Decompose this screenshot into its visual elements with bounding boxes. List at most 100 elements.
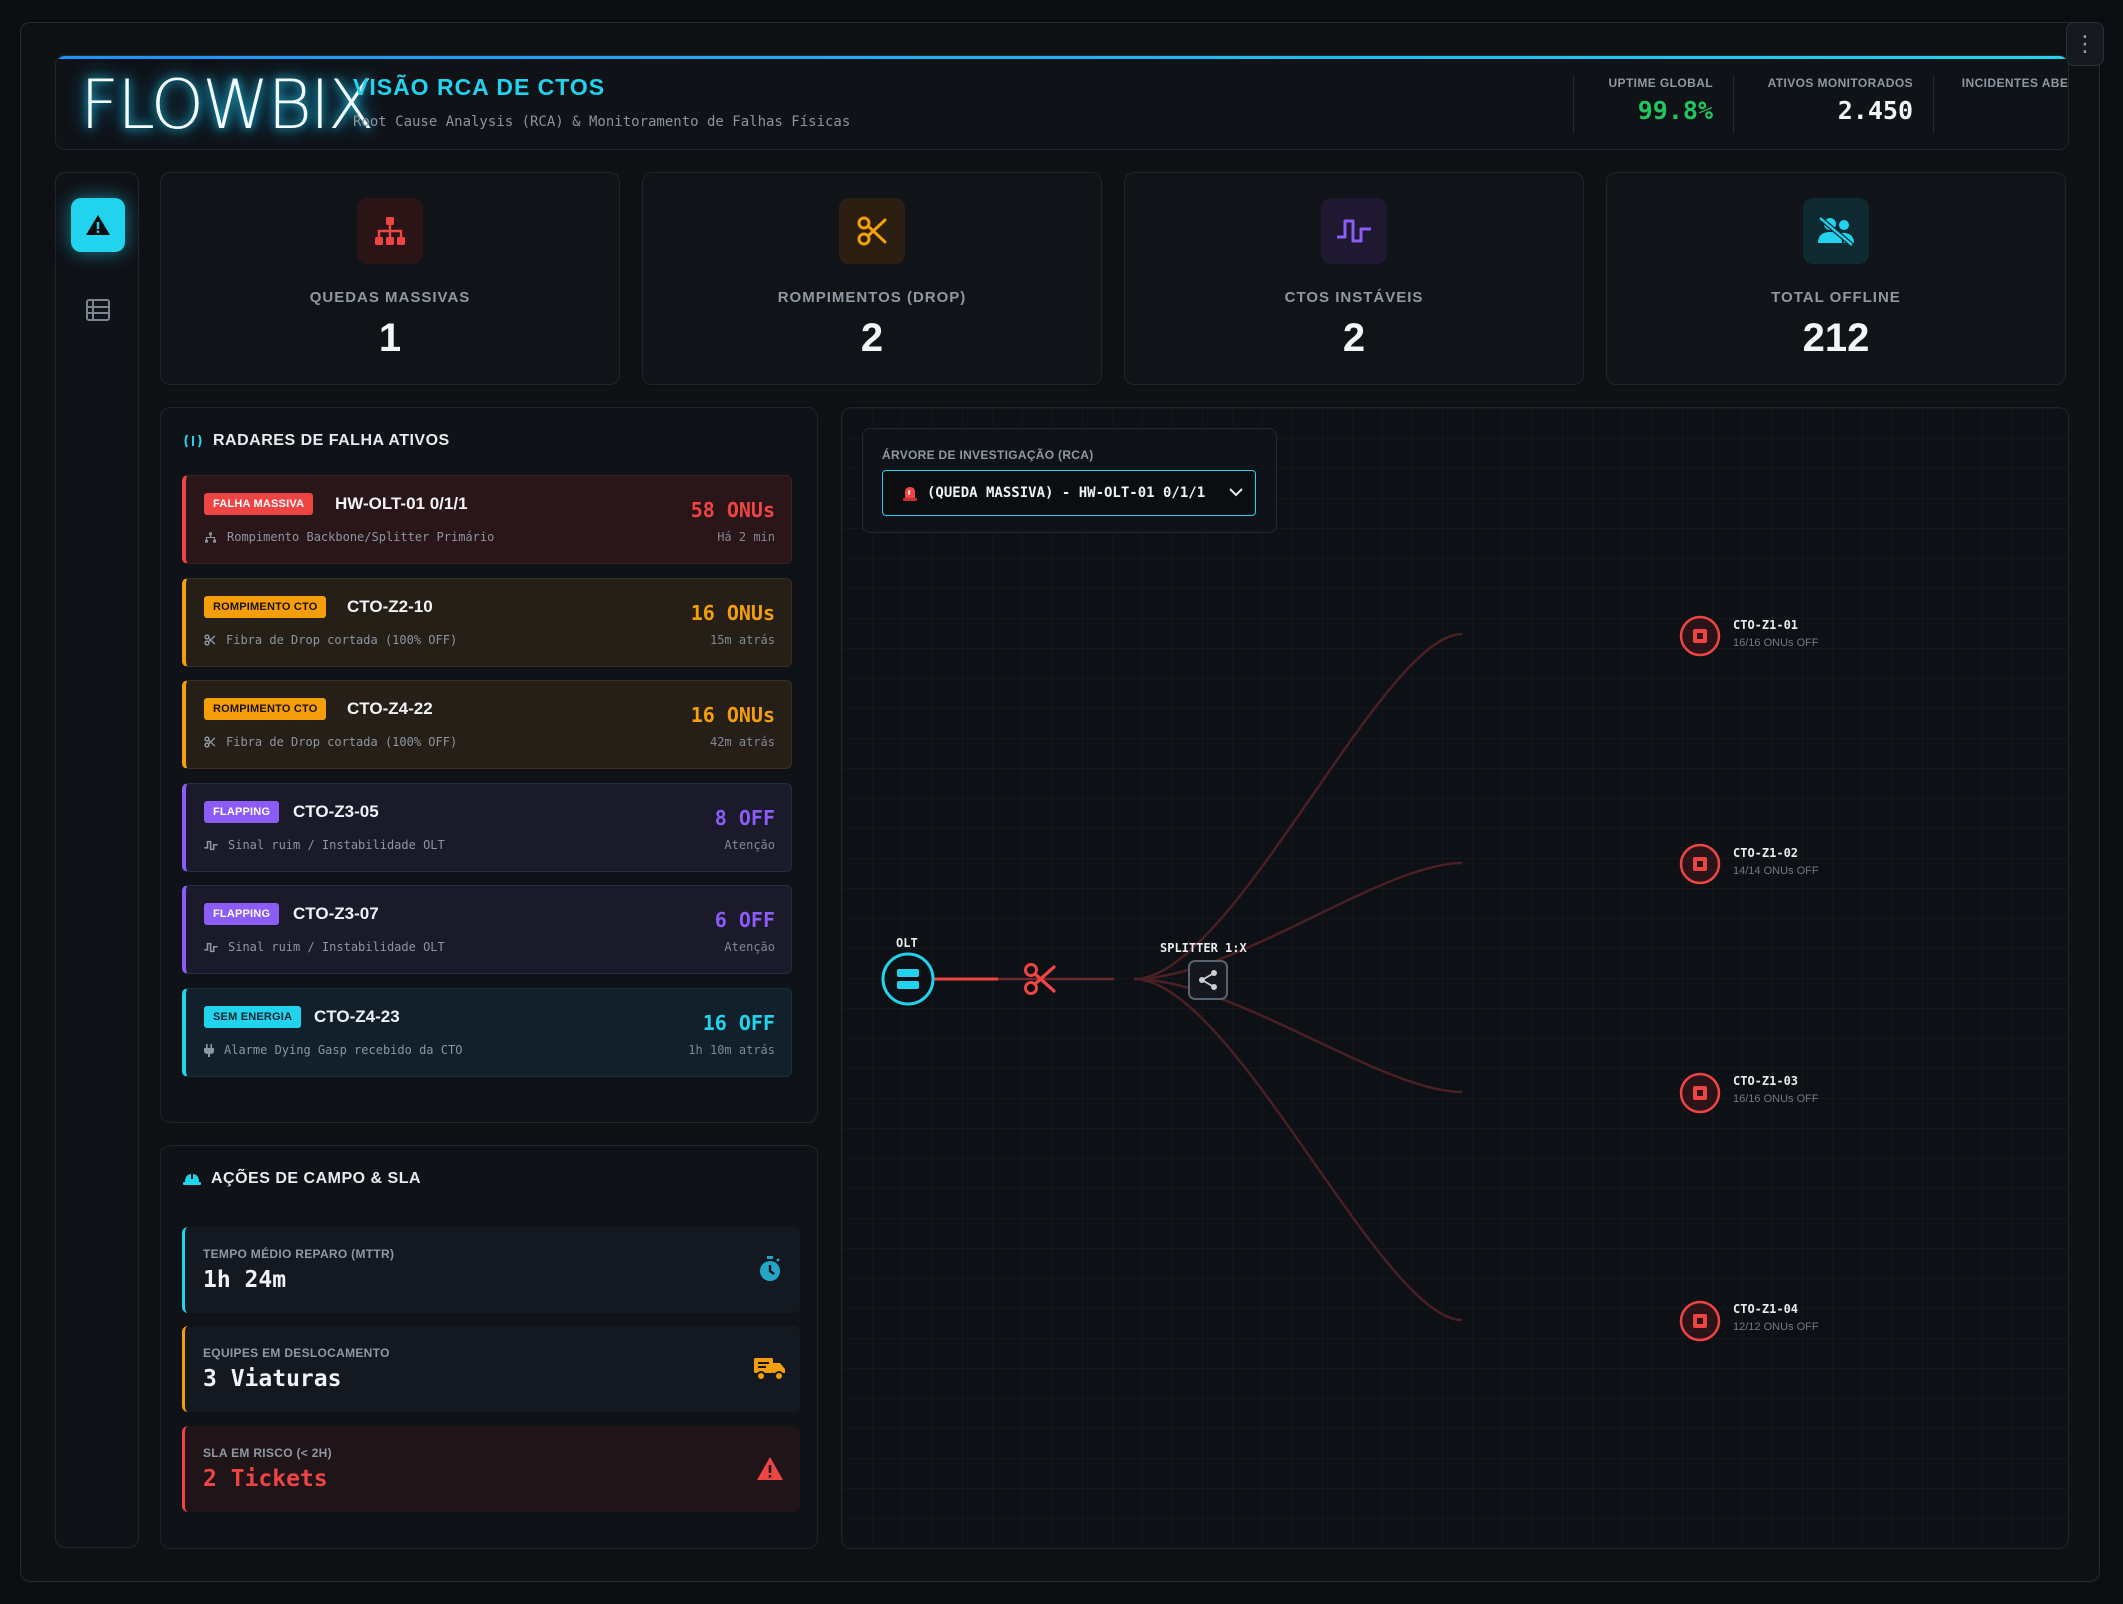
alert-desc-text: Fibra de Drop cortada (100% OFF) [226,633,458,647]
alert-item[interactable]: ROMPIMENTO CTO CTO-Z4-22 Fibra de Drop c… [182,680,792,769]
alert-desc-text: Sinal ruim / Instabilidade OLT [228,838,445,852]
cto-node-3[interactable] [1679,1072,1721,1114]
cto-name: CTO-Z1-03 [1733,1074,1799,1088]
chevron-down-icon [1229,488,1243,497]
alert-time: Atenção [724,940,775,954]
alert-item[interactable]: SEM ENERGIA CTO-Z4-23 Alarme Dying Gasp … [182,988,792,1077]
plug-icon [204,1043,214,1057]
alert-time: Atenção [724,838,775,852]
alert-badge: FLAPPING [204,903,280,925]
kpi-value: 2 [1342,316,1366,360]
actions-title-text: AÇÕES DE CAMPO & SLA [211,1170,422,1187]
alert-name: CTO-Z4-23 [314,1007,400,1026]
rca-selected-value: (QUEDA MASSIVA) - HW-OLT-01 0/1/1 [927,485,1206,501]
sitemap-icon [375,217,405,245]
alert-desc: Alarme Dying Gasp recebido da CTO [204,1043,462,1057]
action-teams: EQUIPES EM DESLOCAMENTO 3 Viaturas [182,1326,800,1412]
alert-count: 8 OFF [714,806,775,830]
alert-name: CTO-Z2-10 [347,597,433,616]
cto-status: 12/12 ONUs OFF [1733,1321,1819,1333]
alert-count: 16 ONUs [690,601,775,625]
radar-icon [184,434,202,448]
alert-desc-text: Alarme Dying Gasp recebido da CTO [224,1043,463,1057]
alert-badge: ROMPIMENTO CTO [204,698,327,720]
rca-tree-panel: ÁRVORE DE INVESTIGAÇÃO (RCA) (QUEDA MASS… [841,407,2069,1549]
alert-badge: SEM ENERGIA [204,1006,302,1028]
kpi-icon-box [839,198,905,264]
kpi-label: ROMPIMENTOS (DROP) [777,289,967,306]
alert-badge: FALHA MASSIVA [204,493,314,515]
cto-node-2[interactable] [1679,843,1721,885]
alert-count: 6 OFF [714,908,775,932]
stat-label: ATIVOS MONITORADOS [1767,76,1913,90]
cto-status: 16/16 ONUs OFF [1733,1093,1819,1105]
kpi-icon-box [357,198,423,264]
cto-name: CTO-Z1-04 [1733,1302,1799,1316]
alert-badge: FLAPPING [204,801,280,823]
action-label: SLA EM RISCO (< 2H) [203,1446,332,1460]
kpi-rompimentos: ROMPIMENTOS (DROP) 2 [642,172,1102,385]
kpi-quedas-massivas: QUEDAS MASSIVAS 1 [160,172,620,385]
scissors-icon [204,736,216,748]
kpi-value: 1 [378,316,402,360]
alert-item[interactable]: ROMPIMENTO CTO CTO-Z2-10 Fibra de Drop c… [182,578,792,667]
page-title: VISÃO RCA DE CTOS [353,74,606,100]
more-options-icon[interactable]: ⋮ [2066,22,2104,66]
wave-icon [204,942,218,952]
kpi-ctos-instaveis: CTOS INSTÁVEIS 2 [1124,172,1584,385]
field-actions-panel: AÇÕES DE CAMPO & SLA TEMPO MÉDIO REPARO … [160,1145,818,1549]
scissors-icon [204,634,216,646]
sidebar-item-alerts[interactable] [71,198,125,252]
alert-count: 16 ONUs [690,703,775,727]
action-value: 2 Tickets [203,1466,328,1492]
helmet-icon [183,1173,201,1185]
alert-desc-text: Rompimento Backbone/Splitter Primário [227,530,495,544]
alert-desc: Fibra de Drop cortada (100% OFF) [204,633,457,647]
alert-badge: ROMPIMENTO CTO [204,596,327,618]
link-cto-1 [1133,632,1463,981]
users-off-icon [1818,216,1854,246]
cto-status: 14/14 ONUs OFF [1733,865,1819,877]
alert-item[interactable]: FLAPPING CTO-Z3-07 Sinal ruim / Instabil… [182,885,792,974]
stat-label: UPTIME GLOBAL [1608,76,1713,90]
cto-name: CTO-Z1-01 [1733,618,1799,632]
alert-name: CTO-Z4-22 [347,699,433,718]
alert-name: HW-OLT-01 0/1/1 [335,494,468,513]
action-mttr: TEMPO MÉDIO REPARO (MTTR) 1h 24m [182,1227,800,1313]
alert-desc: Sinal ruim / Instabilidade OLT [204,940,445,954]
rca-selector-label: ÁRVORE DE INVESTIGAÇÃO (RCA) [882,448,1094,462]
page-subtitle: Root Cause Analysis (RCA) & Monitorament… [353,114,851,130]
alert-count: 16 OFF [702,1011,775,1035]
cto-node-4[interactable] [1679,1300,1721,1342]
list-icon [86,299,110,321]
cto-status: 16/16 ONUs OFF [1733,637,1819,649]
cto-node-1[interactable] [1679,615,1721,657]
alert-time: 1h 10m atrás [688,1043,775,1057]
alert-desc-text: Sinal ruim / Instabilidade OLT [228,940,445,954]
alert-time: 15m atrás [709,633,775,647]
kpi-icon-box [1803,198,1869,264]
link-cto-3 [1133,977,1463,1094]
stat-value: 2.450 [1837,96,1913,125]
radars-panel: RADARES DE FALHA ATIVOS FALHA MASSIVA HW… [160,407,818,1123]
olt-node[interactable] [881,952,935,1006]
rca-incident-select[interactable]: (QUEDA MASSIVA) - HW-OLT-01 0/1/1 [882,470,1256,516]
scissors-icon [857,216,887,246]
kpi-icon-box [1321,198,1387,264]
stat-assets: ATIVOS MONITORADOS 2.450 [1733,76,1913,134]
alert-triangle-icon [86,215,110,235]
alert-desc: Sinal ruim / Instabilidade OLT [204,838,445,852]
kpi-label: CTOS INSTÁVEIS [1284,289,1424,306]
rca-selector-box: ÁRVORE DE INVESTIGAÇÃO (RCA) (QUEDA MASS… [862,428,1277,533]
stat-uptime: UPTIME GLOBAL 99.8% [1573,76,1713,134]
action-label: EQUIPES EM DESLOCAMENTO [203,1346,390,1360]
alert-item[interactable]: FALHA MASSIVA HW-OLT-01 0/1/1 Rompimento… [182,475,792,564]
wave-icon [1337,219,1371,243]
splitter-node[interactable] [1188,960,1228,1000]
alert-item[interactable]: FLAPPING CTO-Z3-05 Sinal ruim / Instabil… [182,783,792,872]
link-cto-4 [1133,977,1463,1322]
warning-triangle-icon [754,1452,786,1484]
sidebar-item-list[interactable] [71,283,125,337]
link-cto-2 [1133,861,1463,981]
actions-title: AÇÕES DE CAMPO & SLA [183,1170,421,1188]
